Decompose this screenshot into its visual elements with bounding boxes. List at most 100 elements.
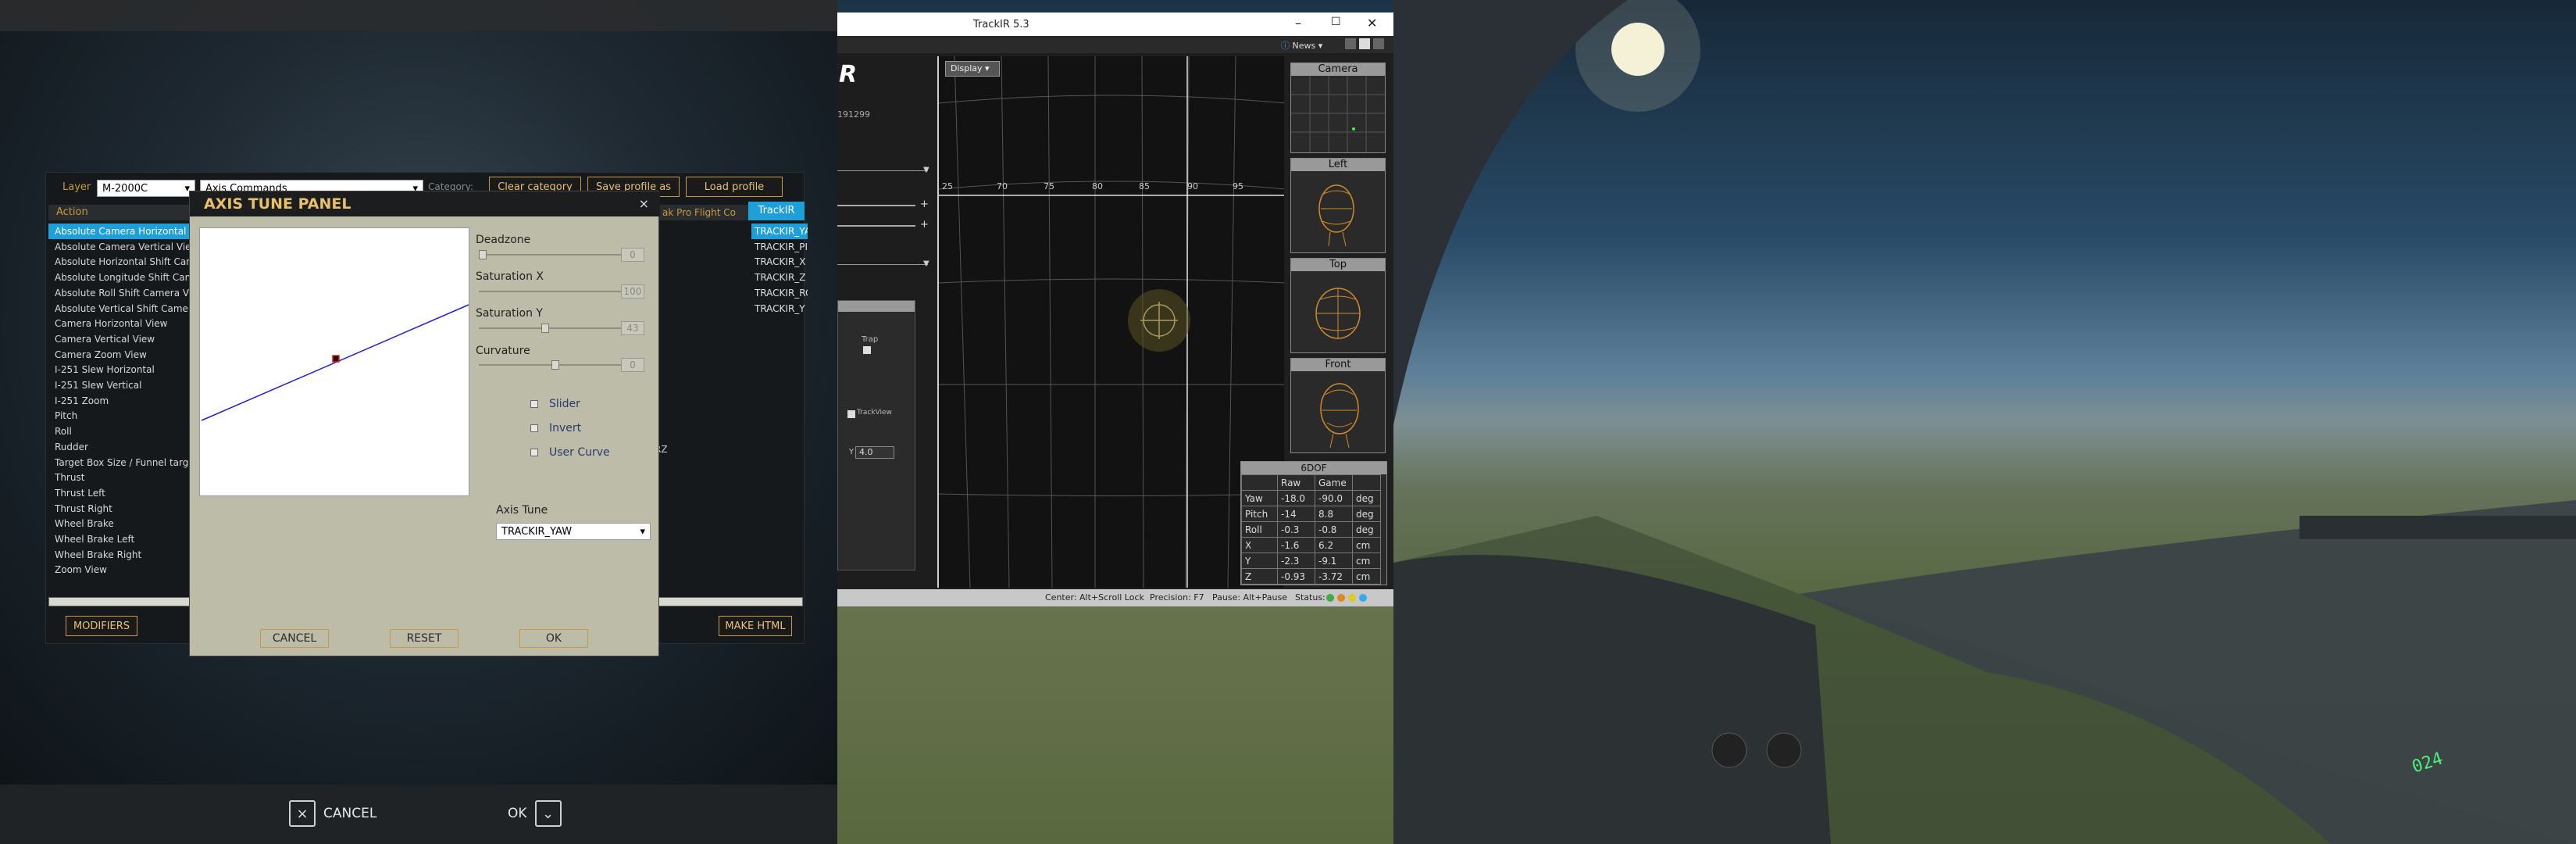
axis-tick-label: 75 [1044, 181, 1054, 191]
axis-tune-select[interactable]: TRACKIR_YAW ▾ [496, 523, 651, 540]
curvature-slider-knob[interactable] [551, 360, 559, 370]
column-header-device[interactable]: ak Pro Flight Co [659, 205, 748, 220]
dial [1766, 732, 1802, 768]
saturation-x-value[interactable]: 100 [621, 284, 644, 299]
axis-cancel-button[interactable]: CANCEL [260, 629, 329, 648]
column-header-trackir[interactable]: TrackIR [748, 202, 805, 220]
trackir-binding-cell[interactable]: TRACKIR_Y [751, 301, 808, 316]
slider-checkbox[interactable]: Slider [530, 398, 580, 410]
saturation-x-track[interactable] [479, 291, 632, 292]
action-list-item[interactable]: Rudder [48, 439, 194, 455]
y-value-input[interactable]: 4.0 [855, 446, 894, 459]
sixdof-cell: deg [1352, 490, 1381, 506]
slider-track[interactable] [837, 225, 915, 227]
sixdof-cell: -0.8 [1315, 521, 1353, 538]
chevron-down-icon[interactable]: ▼ [923, 259, 929, 268]
saturation-y-value[interactable]: 43 [621, 321, 644, 335]
trackir-view-grid: 25 70 75 80 85 90 95 Display ▾ [937, 56, 1284, 588]
cockpit-sky-view: 024 [1393, 0, 2576, 844]
action-list-item[interactable]: Wheel Brake Right [48, 547, 194, 563]
sixdof-row: Y -2.3 -9.1 cm [1241, 553, 1381, 569]
action-list-item[interactable]: Wheel Brake Left [48, 531, 194, 547]
checkbox-box [530, 424, 538, 432]
trackview-checkbox[interactable] [847, 410, 855, 418]
modifiers-button[interactable]: MODIFIERS [66, 616, 137, 636]
axis-tick-label: 95 [1233, 181, 1243, 191]
trackir-binding-cell[interactable]: TRACKIR_RC [751, 285, 808, 301]
make-html-button[interactable]: MAKE HTML [719, 616, 792, 636]
trackview-panel: Trap TrackView Y 4.0 [837, 300, 915, 570]
action-list-item[interactable]: Camera Horizontal View [48, 316, 194, 331]
axis-tick-label: 90 [1187, 181, 1198, 191]
sixdof-cell: -3.72 [1315, 568, 1353, 585]
action-list-item[interactable]: Absolute Vertical Shift Camera View [48, 301, 194, 316]
plus-icon[interactable]: + [920, 198, 929, 210]
action-list-item[interactable]: I-251 Zoom [48, 393, 194, 409]
action-list-item[interactable]: Thrust Left [48, 485, 194, 501]
invert-checkbox[interactable]: Invert [530, 422, 581, 435]
divider [837, 264, 928, 265]
plus-icon[interactable]: + [920, 219, 929, 231]
action-list-item[interactable]: Absolute Camera Horizontal View [48, 224, 194, 239]
top-view-panel: Top [1290, 258, 1386, 353]
curvature-value[interactable]: 0 [621, 358, 644, 372]
dcs-cancel-button[interactable]: × CANCEL [289, 800, 376, 827]
action-list-item[interactable]: Thrust Right [48, 501, 194, 517]
close-icon[interactable]: × [639, 196, 649, 211]
dcs-bottom-bar [0, 785, 837, 844]
dcs-ok-button[interactable]: OK ⌄ [508, 800, 562, 827]
user-curve-checkbox[interactable]: User Curve [530, 446, 610, 459]
trackir-binding-cell[interactable]: TRACKIR_Z [751, 270, 808, 285]
trackview-toolbar [838, 301, 915, 312]
deadzone-value[interactable]: 0 [621, 248, 644, 262]
action-list-item[interactable]: I-251 Slew Horizontal [48, 362, 194, 377]
trackir-binding-cell[interactable]: TRACKIR_YA [751, 224, 808, 239]
action-list-item[interactable]: Target Box Size / Funnel target wingspan [48, 455, 194, 470]
sixdof-cell: deg [1352, 521, 1381, 538]
action-list-item[interactable]: Absolute Camera Vertical View [48, 239, 194, 255]
dcs-top-bar [0, 0, 837, 31]
layer-label: Layer [62, 181, 91, 193]
front-view-panel: Front [1290, 358, 1386, 453]
trap-checkbox[interactable] [863, 346, 871, 354]
action-list-item[interactable]: Pitch [48, 408, 194, 424]
maximize-icon[interactable]: ☐ [1331, 16, 1341, 28]
minimize-icon[interactable]: – [1295, 16, 1301, 30]
action-list-item[interactable]: Absolute Roll Shift Camera View [48, 285, 194, 301]
action-list-item[interactable]: Thrust [48, 470, 194, 485]
saturation-y-slider-knob[interactable] [541, 324, 549, 333]
action-list-item[interactable]: Roll [48, 424, 194, 439]
chevron-down-icon[interactable]: ▼ [923, 166, 929, 174]
sixdof-cell: Y [1241, 553, 1278, 569]
action-list-item[interactable]: Absolute Horizontal Shift Camera View [48, 254, 194, 270]
layer-select[interactable]: M-2000C ▾ [97, 180, 195, 197]
news-label: News [1292, 41, 1316, 51]
slider-track[interactable] [837, 205, 915, 206]
action-list-item[interactable]: Wheel Brake [48, 516, 194, 531]
view-icon[interactable] [1359, 38, 1370, 49]
close-icon[interactable]: ✕ [1367, 16, 1377, 30]
axis-ok-button[interactable]: OK [519, 629, 588, 648]
head-top-icon [1315, 288, 1361, 339]
column-header-action[interactable]: Action [48, 205, 194, 220]
display-button[interactable]: Display ▾ [945, 61, 1000, 77]
trackir-binding-cell[interactable]: TRACKIR_PI [751, 239, 808, 255]
sixdof-cell: cm [1352, 568, 1381, 585]
action-list-item[interactable]: Zoom View [48, 562, 194, 578]
trackir-binding-cell[interactable]: TRACKIR_X [751, 254, 808, 270]
action-list-item[interactable]: Absolute Longitude Shift Camera View [48, 270, 194, 285]
camera-view-panel: Camera [1290, 63, 1386, 153]
action-list-item[interactable]: Camera Zoom View [48, 347, 194, 363]
deadzone-slider-knob[interactable] [479, 250, 487, 259]
news-menu[interactable]: ⓘ News ▾ [1281, 39, 1322, 52]
load-profile-button[interactable]: Load profile [686, 177, 783, 197]
action-list-item[interactable]: Camera Vertical View [48, 331, 194, 347]
settings-icon[interactable] [1373, 38, 1384, 49]
axis-reset-button[interactable]: RESET [390, 629, 458, 648]
action-list-item[interactable]: I-251 Slew Vertical [48, 377, 194, 393]
deadzone-track[interactable] [479, 254, 632, 256]
sixdof-row: Pitch -14 8.8 deg [1241, 506, 1381, 522]
view-icon[interactable] [1345, 38, 1356, 49]
sixdof-cell: deg [1352, 506, 1381, 522]
saturation-y-track[interactable] [479, 327, 632, 329]
